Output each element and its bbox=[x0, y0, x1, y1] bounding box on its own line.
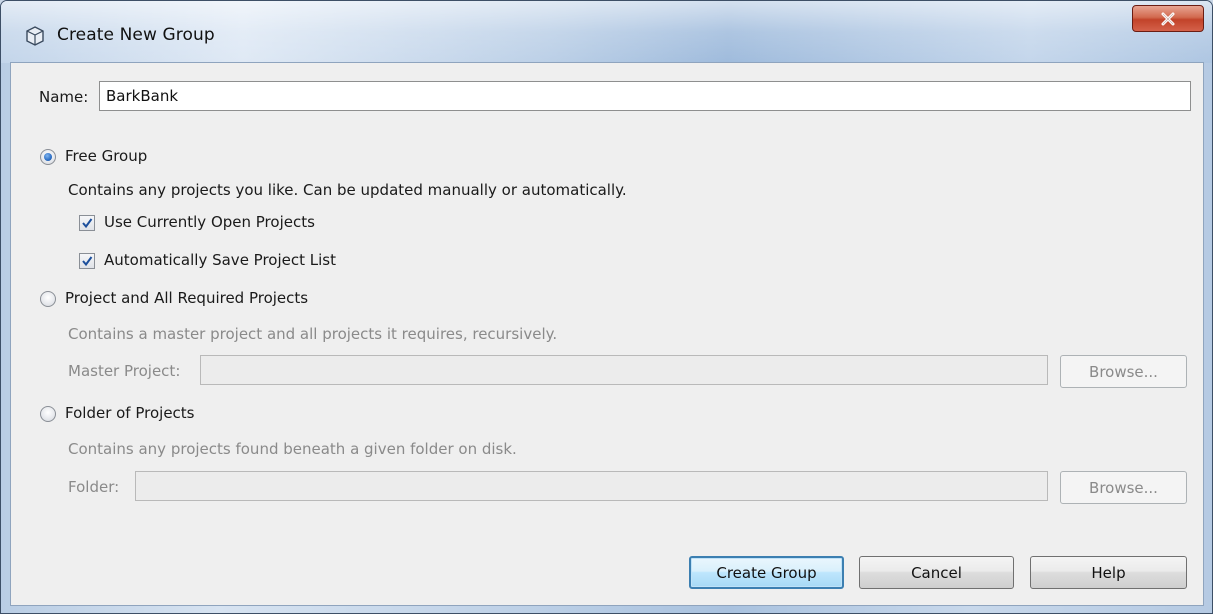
help-button[interactable]: Help bbox=[1030, 556, 1187, 589]
free-group-label[interactable]: Free Group bbox=[65, 147, 147, 165]
auto-save-list-checkbox[interactable] bbox=[79, 253, 95, 269]
use-open-projects-label[interactable]: Use Currently Open Projects bbox=[104, 213, 315, 231]
dialog-content: Name: BarkBank Free Group Contains any p… bbox=[10, 62, 1204, 606]
close-icon bbox=[1161, 12, 1175, 25]
checkmark-icon bbox=[82, 256, 93, 267]
close-button[interactable] bbox=[1132, 5, 1204, 32]
folder-input[interactable] bbox=[135, 471, 1048, 501]
group-cube-icon bbox=[26, 26, 44, 46]
auto-save-list-label[interactable]: Automatically Save Project List bbox=[104, 251, 336, 269]
use-open-projects-checkbox[interactable] bbox=[79, 215, 95, 231]
create-new-group-dialog: Create New Group Name: BarkBank Free Gro… bbox=[0, 0, 1213, 614]
required-projects-label[interactable]: Project and All Required Projects bbox=[65, 289, 308, 307]
title-bar[interactable]: Create New Group bbox=[1, 1, 1212, 63]
required-projects-radio[interactable] bbox=[40, 291, 56, 307]
master-project-browse-button[interactable]: Browse... bbox=[1060, 355, 1187, 388]
cancel-button[interactable]: Cancel bbox=[859, 556, 1014, 589]
master-project-input[interactable] bbox=[200, 355, 1048, 385]
name-label: Name: bbox=[39, 88, 89, 106]
free-group-radio[interactable] bbox=[40, 149, 56, 165]
folder-browse-button[interactable]: Browse... bbox=[1060, 471, 1187, 504]
folder-label: Folder: bbox=[68, 478, 120, 496]
create-group-button[interactable]: Create Group bbox=[689, 556, 844, 589]
folder-projects-radio[interactable] bbox=[40, 406, 56, 422]
folder-projects-description: Contains any projects found beneath a gi… bbox=[68, 440, 517, 458]
master-project-label: Master Project: bbox=[68, 362, 181, 380]
required-projects-description: Contains a master project and all projec… bbox=[68, 325, 558, 343]
checkmark-icon bbox=[82, 218, 93, 229]
folder-projects-label[interactable]: Folder of Projects bbox=[65, 404, 195, 422]
window-title: Create New Group bbox=[57, 25, 215, 45]
free-group-description: Contains any projects you like. Can be u… bbox=[68, 181, 627, 199]
name-input[interactable]: BarkBank bbox=[99, 81, 1191, 111]
